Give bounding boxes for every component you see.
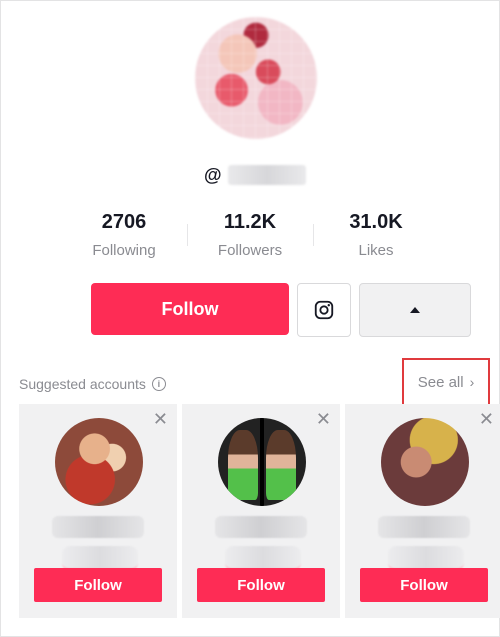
chevron-right-icon: › <box>469 374 475 390</box>
profile-stats: 2706 Following 11.2K Followers 31.0K Lik… <box>61 206 441 264</box>
stat-following-label: Following <box>92 242 156 259</box>
profile-actions: Follow <box>91 283 471 337</box>
suggested-account-avatar[interactable] <box>381 418 469 506</box>
stat-followers[interactable]: 11.2K Followers <box>187 206 313 264</box>
close-icon[interactable]: ✕ <box>153 410 168 428</box>
suggested-follow-button[interactable]: Follow <box>197 568 325 602</box>
suggested-account-name-redacted <box>215 516 307 538</box>
suggested-account-avatar[interactable] <box>218 418 306 506</box>
triangle-up-icon <box>410 307 420 313</box>
stat-following-value: 2706 <box>101 211 147 233</box>
stat-likes-label: Likes <box>358 242 394 259</box>
stat-likes-value: 31.0K <box>349 211 403 233</box>
handle-at-sign: @ <box>204 164 222 185</box>
profile-panel: @ 2706 Following 11.2K Followers 31.0K L… <box>0 0 500 637</box>
see-all-label: See all <box>417 373 464 391</box>
profile-handle: @ <box>204 163 306 187</box>
info-icon[interactable]: i <box>151 377 166 391</box>
suggested-account-card[interactable]: ✕ Follow <box>19 404 177 618</box>
close-icon[interactable]: ✕ <box>316 410 331 428</box>
suggested-follow-button[interactable]: Follow <box>360 568 488 602</box>
suggested-account-card[interactable]: ✕ Follow <box>182 404 340 618</box>
stat-following[interactable]: 2706 Following <box>61 206 187 264</box>
suggested-accounts-header: Suggested accounts i <box>19 376 166 392</box>
suggested-accounts-list: ✕ Follow ✕ Follow ✕ Follow <box>19 404 500 618</box>
see-all-link[interactable]: See all › <box>402 358 490 406</box>
more-options-button[interactable] <box>359 283 471 337</box>
follow-button[interactable]: Follow <box>91 283 289 335</box>
suggested-follow-button[interactable]: Follow <box>34 568 162 602</box>
stat-followers-value: 11.2K <box>223 211 277 233</box>
instagram-icon <box>314 300 334 320</box>
suggested-account-card[interactable]: ✕ Follow <box>345 404 500 618</box>
suggested-account-name-redacted <box>378 516 470 538</box>
stat-followers-label: Followers <box>217 242 283 259</box>
suggested-account-avatar[interactable] <box>55 418 143 506</box>
close-icon[interactable]: ✕ <box>479 410 494 428</box>
suggested-account-name-redacted <box>52 516 144 538</box>
instagram-button[interactable] <box>297 283 351 337</box>
profile-avatar[interactable] <box>195 17 317 139</box>
handle-redacted <box>227 165 306 185</box>
suggested-accounts-title: Suggested accounts <box>19 376 146 392</box>
stat-likes: 31.0K Likes <box>313 206 439 264</box>
